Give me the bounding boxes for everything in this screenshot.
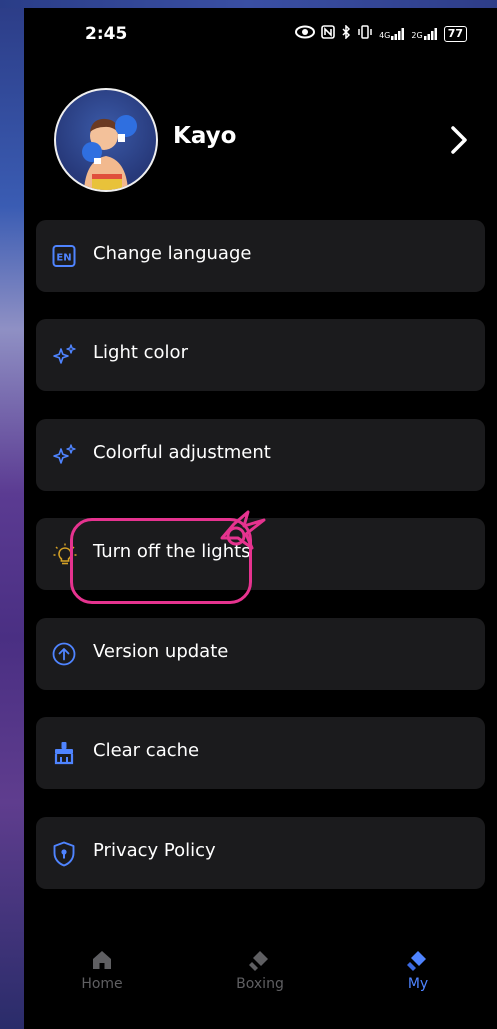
tab-home[interactable]: Home	[57, 948, 147, 1008]
menu-item-turn-off-lights[interactable]: Turn off the lights	[36, 518, 485, 590]
profile-name: Kayo	[173, 123, 237, 149]
profile-header[interactable]: Kayo	[54, 88, 474, 192]
language-en-icon: EN	[52, 244, 76, 268]
network-4g-label: 4G	[379, 30, 391, 40]
app-screen: 2:45 4G 2G 77 Kayo EN Change language Li…	[24, 8, 497, 1029]
menu-item-clear-cache[interactable]: Clear cache	[36, 717, 485, 789]
menu-label: Change language	[93, 243, 252, 264]
status-time: 2:45	[85, 24, 128, 44]
menu-label: Turn off the lights	[93, 541, 251, 562]
boxing-glove-icon	[249, 951, 268, 971]
menu-item-change-language[interactable]: EN Change language	[36, 220, 485, 292]
menu-label: Version update	[93, 641, 229, 662]
eye-icon	[295, 25, 316, 42]
signal-4g-icon: 4G	[379, 27, 405, 40]
arrow-up-circle-icon	[52, 642, 76, 666]
menu-item-colorful-adjustment[interactable]: Colorful adjustment	[36, 419, 485, 491]
vibrate-icon	[357, 25, 373, 42]
tab-label: Home	[81, 976, 123, 992]
network-2g-label: 2G	[411, 30, 423, 40]
menu-label: Light color	[93, 342, 188, 363]
lightbulb-icon	[52, 542, 77, 566]
avatar[interactable]	[54, 88, 158, 192]
boxing-glove-icon	[407, 951, 426, 971]
tab-boxing[interactable]: Boxing	[215, 948, 305, 1008]
menu-label: Colorful adjustment	[93, 442, 271, 463]
boxer-avatar-icon	[82, 115, 137, 190]
battery-indicator: 77	[443, 25, 467, 42]
bluetooth-icon	[341, 24, 351, 42]
tab-my[interactable]: My	[373, 948, 463, 1008]
shield-icon	[52, 841, 76, 867]
bottom-tab-bar: Home Boxing My	[24, 938, 497, 1029]
sparkle-icon	[52, 343, 76, 367]
status-icons: 4G 2G 77	[295, 24, 467, 42]
wallpaper-top-edge	[0, 0, 497, 8]
home-icon	[93, 951, 111, 969]
tab-label: My	[407, 976, 429, 992]
status-bar: 2:45 4G 2G 77	[24, 8, 497, 64]
en-badge-text: EN	[56, 253, 71, 264]
signal-2g-icon: 2G	[411, 27, 437, 40]
tab-label: Boxing	[236, 976, 284, 992]
nfc-icon	[321, 25, 335, 42]
wallpaper-edge	[0, 0, 24, 1029]
menu-item-version-update[interactable]: Version update	[36, 618, 485, 690]
chevron-right-icon[interactable]	[444, 120, 474, 160]
menu-item-privacy-policy[interactable]: Privacy Policy	[36, 817, 485, 889]
menu-label: Privacy Policy	[93, 840, 216, 861]
sparkle-icon	[52, 443, 76, 467]
broom-icon	[52, 741, 76, 765]
menu-label: Clear cache	[93, 740, 200, 761]
menu-item-light-color[interactable]: Light color	[36, 319, 485, 391]
